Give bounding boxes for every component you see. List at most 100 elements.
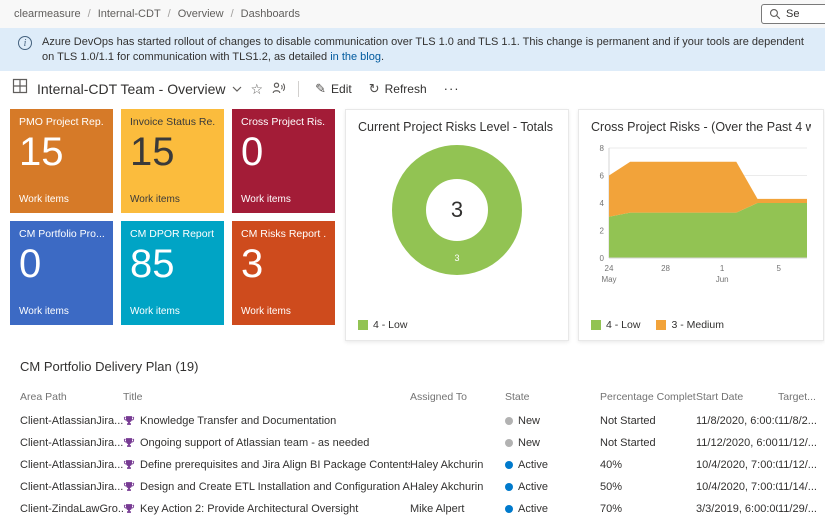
chevron-down-icon: [232, 86, 241, 92]
more-options-button[interactable]: ···: [440, 81, 464, 96]
refresh-icon: ↻: [368, 80, 380, 96]
donut-widget-title: Current Project Risks Level - Totals: [358, 119, 553, 134]
query-tile-6[interactable]: CM Risks Report ... 3 Work items: [232, 220, 335, 325]
work-item-title[interactable]: Key Action 2: Provide Architectural Over…: [140, 503, 358, 515]
cell-state: New: [505, 415, 600, 427]
cell-area-path: Client-AtlassianJira...: [20, 480, 123, 493]
column-header-6[interactable]: Start Date: [696, 391, 778, 403]
legend-item: 4 - Low: [591, 319, 640, 331]
cell-area-path: Client-AtlassianJira...: [20, 458, 123, 471]
legend-label: 4 - Low: [373, 318, 408, 331]
tile-count: 0: [241, 129, 264, 174]
state-label: Active: [518, 458, 548, 471]
cell-percentage-complete: Not Started: [600, 414, 656, 427]
edit-label: Edit: [331, 81, 352, 96]
table-row[interactable]: Client-Independenc...Form MigrationsHale…: [20, 520, 825, 525]
cell-start-date: 11/8/2020, 6:00:00 ...: [696, 414, 778, 427]
dashboard-title: Internal-CDT Team - Overview: [37, 80, 226, 97]
edit-button[interactable]: ✎ Edit: [311, 77, 356, 101]
cell-start-date: 11/12/2020, 6:00:00...: [696, 436, 778, 449]
cell-title: Define prerequisites and Jira Align BI P…: [123, 459, 410, 471]
query-tile-1[interactable]: PMO Project Rep... 15 Work items: [10, 108, 113, 213]
breadcrumb-item-project[interactable]: Internal-CDT: [98, 8, 161, 20]
cell-title: Ongoing support of Atlassian team - as n…: [123, 437, 410, 449]
svg-text:6: 6: [600, 171, 605, 180]
table-row[interactable]: Client-AtlassianJira... Design and Create…: [20, 476, 825, 498]
legend-swatch: [656, 319, 667, 330]
legend-label: 4 - Low: [606, 318, 641, 331]
breadcrumb-item-overview[interactable]: Overview: [178, 8, 224, 20]
table-title: CM Portfolio Delivery Plan (19): [20, 358, 199, 374]
state-dot-icon: [505, 416, 513, 425]
svg-text:1: 1: [720, 264, 725, 273]
feature-trophy-icon: [123, 459, 135, 469]
table-row[interactable]: Client-ZindaLawGro... Key Action 2: Provi…: [20, 498, 825, 520]
banner-message: Azure DevOps has started rollout of chan…: [42, 36, 804, 63]
tile-title: PMO Project Rep...: [19, 115, 104, 128]
blog-link[interactable]: in the blog: [330, 51, 381, 63]
query-tile-4[interactable]: CM Portfolio Pro... 0 Work items: [10, 220, 113, 325]
cell-target-date: 11/12/...: [778, 458, 817, 471]
refresh-label: Refresh: [384, 81, 427, 96]
tile-title: CM Risks Report ...: [241, 227, 326, 240]
work-item-title[interactable]: Ongoing support of Atlassian team - as n…: [140, 437, 369, 449]
table-row[interactable]: Client-AtlassianJira... Define prerequisi…: [20, 454, 825, 476]
column-header-7[interactable]: Target...: [778, 391, 825, 403]
favorite-star-icon[interactable]: ☆: [251, 82, 264, 96]
svg-text:28: 28: [661, 264, 670, 273]
dashboard-grid-icon: [12, 78, 28, 99]
work-item-title[interactable]: Design and Create ETL Installation and C…: [140, 481, 410, 493]
column-header-2[interactable]: Title: [123, 391, 410, 403]
area-chart: 0246824May28 1Jun5: [600, 144, 807, 284]
refresh-button[interactable]: ↻ Refresh: [365, 77, 431, 101]
delivery-plan-table: Area Path Title Assigned To State Percentage…: [20, 384, 825, 525]
cell-start-date: 10/4/2020, 7:00:00 ...: [696, 458, 778, 471]
state-dot-icon: [505, 460, 513, 469]
breadcrumb-item-dashboards[interactable]: Dashboards: [241, 8, 300, 20]
state-label: New: [518, 414, 541, 427]
legend-item: 3 - Medium: [656, 319, 724, 331]
svg-text:2: 2: [600, 226, 605, 235]
table-row[interactable]: Client-AtlassianJira... Ongoing support o…: [20, 432, 825, 454]
cell-title: Key Action 2: Provide Architectural Over…: [123, 503, 410, 515]
cell-percentage-complete: 50%: [600, 480, 623, 493]
tile-caption: Work items: [19, 193, 69, 205]
breadcrumb-item-org[interactable]: clearmeasure: [14, 8, 81, 20]
tile-caption: Work items: [130, 305, 180, 317]
feature-trophy-icon: [123, 437, 135, 447]
query-tile-2[interactable]: Invoice Status Re... 15 Work items: [121, 108, 224, 213]
breadcrumb-separator: /: [87, 8, 91, 20]
banner-text: Azure DevOps has started rollout of chan…: [42, 33, 811, 65]
cell-target-date: 11/8/2...: [778, 414, 817, 427]
table-row[interactable]: Client-AtlassianJira... Knowledge Transfe…: [20, 410, 825, 432]
cell-start-date: 3/3/2019, 6:00:00 PM: [696, 502, 778, 515]
cell-assigned-to: Haley Akchurin: [410, 480, 484, 493]
work-item-title[interactable]: Knowledge Transfer and Documentation: [140, 415, 336, 427]
svg-text:5: 5: [776, 264, 781, 273]
tile-count: 0: [19, 241, 42, 286]
tile-caption: Work items: [19, 305, 69, 317]
breadcrumb-separator: /: [167, 8, 171, 20]
work-item-title[interactable]: Define prerequisites and Jira Align BI P…: [140, 459, 410, 471]
table-body: Client-AtlassianJira... Knowledge Transfe…: [20, 410, 825, 525]
state-dot-icon: [505, 504, 513, 513]
area-chart-legend: 4 - Low 3 - Medium: [591, 319, 724, 331]
query-tile-3[interactable]: Cross Project Ris... 0 Work items: [232, 108, 335, 213]
donut-chart: 3 3: [392, 144, 522, 275]
svg-text:May: May: [601, 275, 616, 284]
column-header-5[interactable]: Percentage Complet...: [600, 391, 696, 403]
column-header-1[interactable]: Area Path: [20, 391, 123, 403]
dashboard-widgets-area: PMO Project Rep... 15 Work items Invoice St…: [0, 107, 825, 347]
tile-title: CM Portfolio Pro...: [19, 227, 104, 240]
search-input[interactable]: Se: [761, 4, 825, 24]
donut-legend: 4 - Low: [358, 319, 407, 331]
dashboard-selector[interactable]: Internal-CDT Team - Overview: [37, 81, 242, 97]
column-header-3[interactable]: Assigned To: [410, 391, 505, 403]
query-tiles-grid: PMO Project Rep... 15 Work items Invoice St…: [10, 108, 335, 325]
dashboard-toolbar: Internal-CDT Team - Overview ☆ ✎ Edit ↻ …: [0, 70, 825, 107]
column-header-4[interactable]: State: [505, 391, 600, 403]
cell-state: Active: [505, 503, 600, 515]
query-tile-5[interactable]: CM DPOR Report 85 Work items: [121, 220, 224, 325]
breadcrumb: clearmeasure / Internal-CDT / Overview /…: [0, 0, 825, 28]
person-broadcast-icon[interactable]: [272, 81, 286, 97]
